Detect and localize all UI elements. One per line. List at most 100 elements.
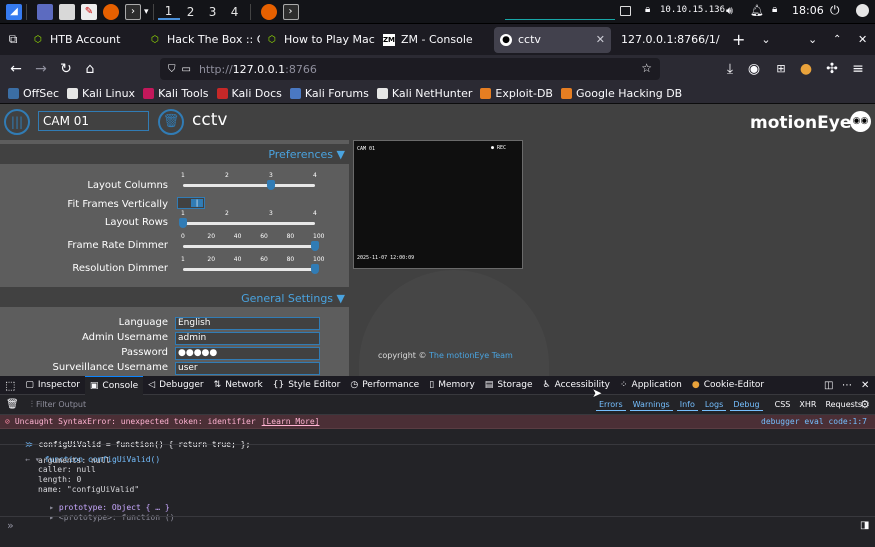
frame-rate-dimmer-slider[interactable]: 0 20 40 60 80 100: [181, 233, 324, 253]
slider-thumb[interactable]: [179, 218, 187, 228]
slider-track[interactable]: [183, 245, 315, 248]
surveillance-username-input[interactable]: user: [175, 362, 320, 375]
home-icon[interactable]: ⌂: [82, 61, 98, 77]
bookmark-kali-docs[interactable]: Kali Docs: [216, 87, 282, 100]
window-icon[interactable]: [620, 6, 631, 16]
tab-accessibility[interactable]: ♿︎ Accessibility: [538, 376, 615, 395]
slider-track[interactable]: [183, 268, 315, 271]
account-icon[interactable]: ◉: [746, 61, 762, 77]
tab-cctv[interactable]: ● cctv ✕: [494, 26, 611, 53]
close-window-icon[interactable]: ✕: [858, 33, 867, 46]
tab-overview-icon[interactable]: ⧉: [0, 32, 26, 47]
downloads-icon[interactable]: ⤓: [722, 61, 738, 77]
general-settings-header[interactable]: General Settings ▼: [0, 287, 349, 307]
tab-network[interactable]: ⇅ Network: [209, 376, 268, 395]
desktop-icon[interactable]: [37, 3, 53, 20]
filter-output-input[interactable]: Filter Output: [36, 400, 596, 409]
fit-frames-toggle[interactable]: |: [177, 197, 205, 209]
bookmark-kali-tools[interactable]: Kali Tools: [143, 87, 209, 100]
camera-name-input[interactable]: CAM 01: [38, 111, 149, 131]
tab-memory[interactable]: ▯ Memory: [424, 376, 480, 395]
back-icon[interactable]: ←: [8, 61, 24, 77]
firefox-icon[interactable]: [103, 3, 119, 20]
admin-username-input[interactable]: admin: [175, 332, 320, 345]
filter-xhr-button[interactable]: XHR: [799, 400, 816, 409]
url-bar[interactable]: ⛉ ▭ http://127.0.0.1:8766 ☆: [160, 58, 660, 80]
bookmark-kali-forums[interactable]: Kali Forums: [289, 87, 369, 100]
slider-thumb[interactable]: [267, 180, 275, 190]
settings-menu-icon[interactable]: |||: [4, 109, 30, 135]
tab-style-editor[interactable]: {} Style Editor: [268, 376, 346, 395]
split-console-icon[interactable]: ◨: [860, 520, 869, 531]
page-info-icon[interactable]: ▭: [182, 64, 191, 75]
tab-zm-console[interactable]: ZM ZM - Console: [377, 27, 494, 53]
lock-icon[interactable]: 🔒︎: [772, 4, 777, 15]
power-icon[interactable]: ⏻: [830, 3, 840, 18]
workspace-4[interactable]: 4: [224, 5, 246, 19]
workspace-1[interactable]: 1: [157, 4, 180, 20]
layout-columns-slider[interactable]: 1 2 3 4: [181, 172, 317, 192]
clear-console-icon[interactable]: 🗑︎: [6, 399, 19, 410]
puzzle-icon[interactable]: ✣: [824, 61, 840, 77]
tab-cookie-editor[interactable]: ● Cookie-Editor: [687, 376, 769, 395]
bookmark-ghdb[interactable]: Google Hacking DB: [560, 87, 682, 100]
tab-htb-account[interactable]: ⬡ HTB Account: [26, 27, 143, 53]
element-picker-icon[interactable]: ⬚: [0, 376, 20, 395]
slider-thumb[interactable]: [311, 264, 319, 274]
tab-debugger[interactable]: ◁ Debugger: [143, 376, 208, 395]
dock-side-icon[interactable]: ◫: [824, 380, 833, 391]
bookmark-kali-linux[interactable]: Kali Linux: [67, 87, 135, 100]
close-icon[interactable]: ✕: [596, 33, 605, 46]
learn-more-link[interactable]: [Learn More]: [262, 417, 320, 426]
terminal-icon[interactable]: ›: [125, 3, 141, 20]
password-input[interactable]: ●●●●●: [175, 347, 320, 360]
user-icon[interactable]: [856, 4, 869, 17]
bookmark-star-icon[interactable]: ☆: [641, 61, 652, 75]
filter-logs-button[interactable]: Logs: [701, 399, 727, 411]
filter-debug-button[interactable]: Debug: [730, 399, 763, 411]
preferences-header[interactable]: Preferences ▼: [0, 144, 349, 164]
tab-storage[interactable]: ▤ Storage: [480, 376, 538, 395]
trash-icon[interactable]: 🗑︎: [158, 109, 184, 135]
bookmark-kali-nethunter[interactable]: Kali NetHunter: [376, 87, 472, 100]
tab-localhost[interactable]: 127.0.0.1:8766/1/: [611, 27, 728, 53]
tab-performance[interactable]: ◷ Performance: [345, 376, 424, 395]
tab-hack-the-box[interactable]: ⬡ Hack The Box :: C: [143, 27, 260, 53]
list-tabs-icon[interactable]: ⌄: [761, 33, 770, 46]
tab-console[interactable]: ▣ Console: [84, 375, 144, 395]
workspace-3[interactable]: 3: [202, 5, 224, 19]
maximize-icon[interactable]: ⌃: [833, 34, 841, 45]
firefox-window-icon[interactable]: [260, 3, 277, 20]
minimize-icon[interactable]: ⌄: [808, 33, 817, 46]
more-options-icon[interactable]: ⋯: [842, 380, 852, 391]
workspace-2[interactable]: 2: [180, 5, 202, 19]
file-manager-icon[interactable]: [59, 3, 75, 20]
copyright-link[interactable]: The motionEye Team: [429, 351, 513, 360]
bookmark-offsec[interactable]: OffSec: [8, 87, 59, 100]
filter-warnings-button[interactable]: Warnings: [629, 399, 673, 411]
layout-rows-slider[interactable]: 1 2 3 4: [179, 210, 317, 230]
close-devtools-icon[interactable]: ✕: [861, 380, 869, 391]
slider-thumb[interactable]: [311, 241, 319, 251]
tab-application[interactable]: ⁘ Application: [615, 376, 687, 395]
resolution-dimmer-slider[interactable]: 1 20 40 60 80 100: [181, 256, 324, 276]
filter-info-button[interactable]: Info: [676, 399, 698, 411]
filter-css-button[interactable]: CSS: [775, 400, 791, 409]
hamburger-menu-icon[interactable]: ≡: [850, 61, 866, 77]
chevron-down-icon[interactable]: ▾: [144, 7, 149, 17]
slider-track[interactable]: [183, 184, 315, 187]
new-tab-button[interactable]: +: [732, 30, 745, 49]
console-input-row[interactable]: » ◨: [0, 516, 875, 547]
cookie-editor-ext-icon[interactable]: ●: [798, 61, 814, 77]
slider-track[interactable]: [183, 222, 315, 225]
tab-inspector[interactable]: ▢ Inspector: [20, 376, 85, 395]
volume-icon[interactable]: 🔊︎: [726, 4, 733, 18]
filter-errors-button[interactable]: Errors: [595, 399, 626, 411]
kali-menu-icon[interactable]: ◢: [6, 3, 22, 20]
tab-how-to-play[interactable]: ⬡ How to Play Mac: [260, 27, 377, 53]
error-source-link[interactable]: debugger eval code:1:7: [761, 417, 867, 426]
bookmark-exploit-db[interactable]: Exploit-DB: [480, 87, 553, 100]
console-settings-icon[interactable]: ⚙: [860, 398, 870, 411]
forward-icon[interactable]: →: [33, 61, 49, 77]
notification-bell-icon[interactable]: 🔔︎: [750, 4, 764, 17]
